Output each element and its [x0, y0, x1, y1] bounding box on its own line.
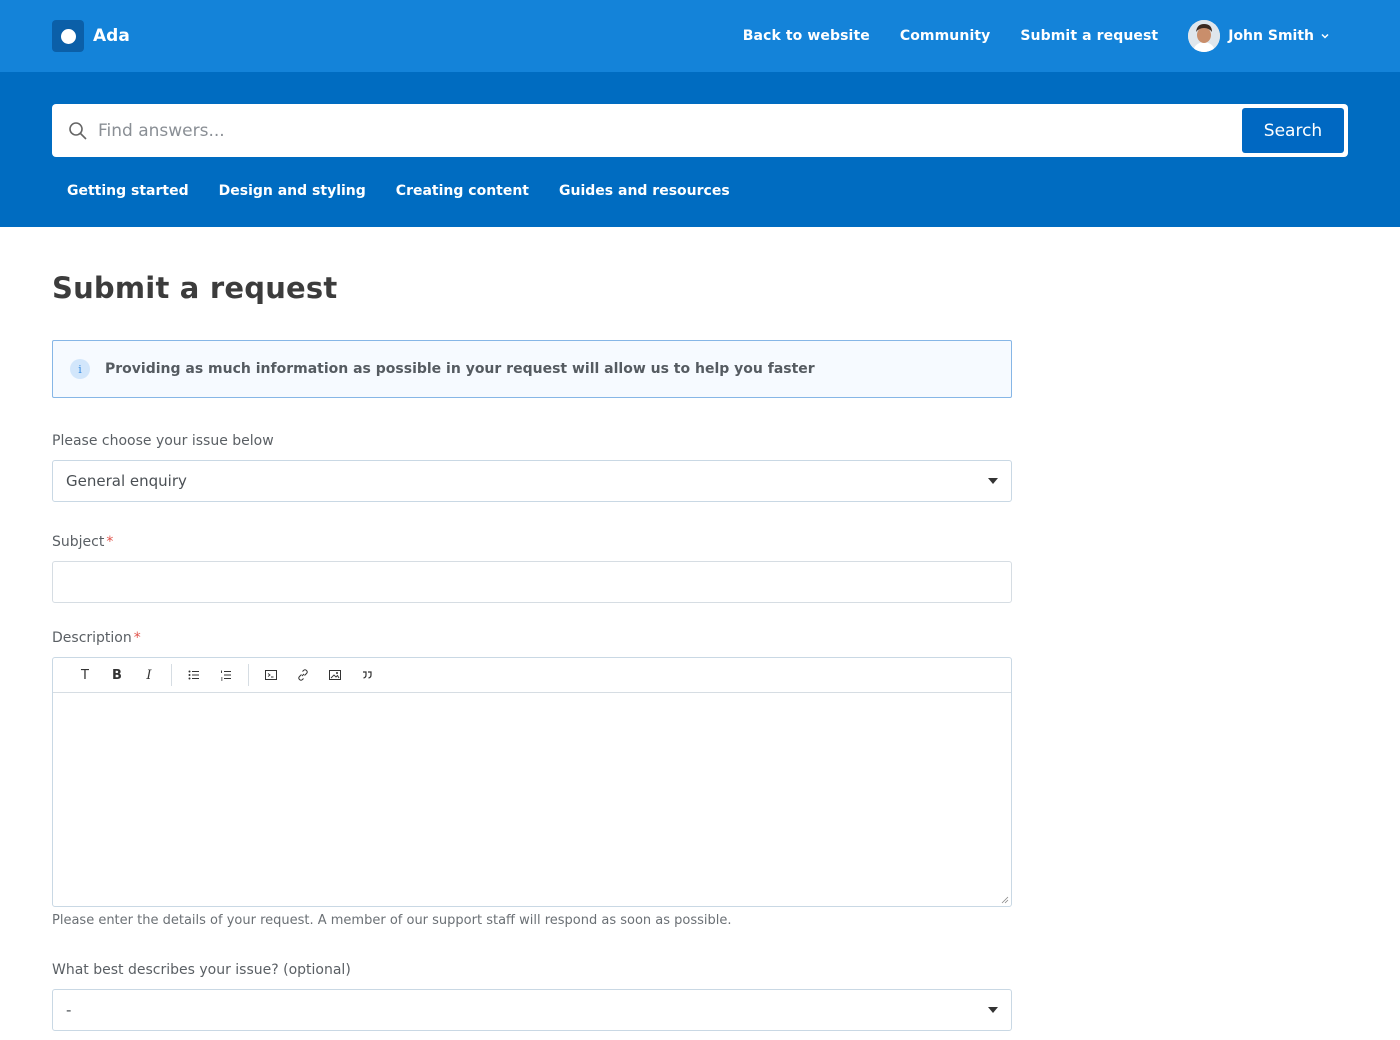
code-block-icon[interactable]: [255, 662, 287, 688]
subject-label: Subject *: [52, 534, 114, 550]
category-guides-and-resources[interactable]: Guides and resources: [559, 183, 730, 199]
category-getting-started[interactable]: Getting started: [67, 183, 189, 199]
search-icon: [69, 121, 87, 140]
notice-text: Providing as much information as possibl…: [105, 361, 815, 377]
issue-select[interactable]: General enquiry: [52, 460, 1012, 502]
search-button[interactable]: Search: [1242, 108, 1344, 153]
subject-field: Subject *: [52, 534, 1012, 603]
main-content: Submit a request i Providing as much inf…: [0, 271, 1012, 1031]
search-input[interactable]: [98, 120, 1242, 141]
top-nav: Back to website Community Submit a reque…: [713, 20, 1348, 52]
description-editor: T B I: [52, 657, 1012, 907]
brand-name: Ada: [93, 26, 130, 46]
toolbar-divider: [248, 664, 249, 686]
brand-logo-icon: [52, 20, 84, 52]
toolbar-divider: [171, 664, 172, 686]
issue-label: Please choose your issue below: [52, 433, 274, 449]
required-marker: *: [133, 630, 141, 646]
community-link[interactable]: Community: [900, 28, 991, 44]
issue-type-select-value: -: [66, 1001, 72, 1019]
quote-icon[interactable]: [351, 662, 383, 688]
category-design-and-styling[interactable]: Design and styling: [219, 183, 366, 199]
chevron-down-icon: [1321, 33, 1329, 39]
description-label: Description *: [52, 630, 141, 646]
editor-toolbar: T B I: [53, 658, 1011, 693]
issue-type-label: What best describes your issue? (optiona…: [52, 962, 351, 978]
italic-icon[interactable]: I: [133, 662, 165, 688]
description-hint: Please enter the details of your request…: [52, 913, 732, 928]
resize-handle-icon[interactable]: [1001, 896, 1009, 904]
text-icon[interactable]: T: [69, 662, 101, 688]
brand[interactable]: Ada: [52, 20, 130, 52]
back-to-website-link[interactable]: Back to website: [743, 28, 870, 44]
user-name: John Smith: [1228, 28, 1314, 44]
search-box: Search: [52, 104, 1348, 157]
avatar: [1188, 20, 1221, 52]
subject-input[interactable]: [52, 561, 1012, 603]
description-field: Description * T B I Please enter the det…: [52, 630, 1012, 928]
image-icon[interactable]: [319, 662, 351, 688]
issue-field: Please choose your issue below General e…: [52, 433, 1012, 502]
top-navbar: Ada Back to website Community Submit a r…: [0, 0, 1400, 72]
info-icon: i: [70, 359, 90, 379]
numbered-list-icon[interactable]: [210, 662, 242, 688]
user-menu[interactable]: John Smith: [1188, 20, 1348, 52]
issue-type-field: What best describes your issue? (optiona…: [52, 962, 1012, 1031]
issue-select-value: General enquiry: [66, 472, 187, 490]
submit-request-link[interactable]: Submit a request: [1020, 28, 1158, 44]
link-icon[interactable]: [287, 662, 319, 688]
info-notice: i Providing as much information as possi…: [52, 340, 1012, 398]
dropdown-caret-icon: [988, 478, 998, 484]
description-textarea[interactable]: [53, 693, 1011, 906]
category-creating-content[interactable]: Creating content: [396, 183, 529, 199]
required-marker: *: [106, 534, 114, 550]
bold-icon[interactable]: B: [101, 662, 133, 688]
dropdown-caret-icon: [988, 1007, 998, 1013]
page-title: Submit a request: [52, 271, 338, 305]
category-nav: Getting started Design and styling Creat…: [52, 183, 1348, 199]
issue-type-select[interactable]: -: [52, 989, 1012, 1031]
bullet-list-icon[interactable]: [178, 662, 210, 688]
hero-search-section: Search Getting started Design and stylin…: [0, 72, 1400, 227]
